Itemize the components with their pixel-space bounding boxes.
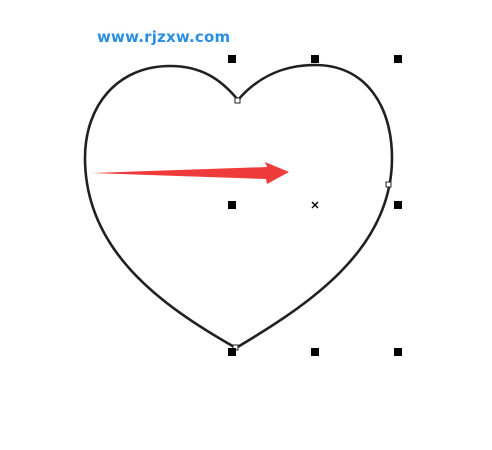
node-top-cusp[interactable] — [234, 97, 241, 104]
handle-top-right[interactable] — [394, 55, 402, 63]
handle-middle-right[interactable] — [394, 201, 402, 209]
heart-shape[interactable] — [83, 63, 394, 350]
x-mark-icon[interactable] — [311, 201, 319, 209]
handle-bottom-center[interactable] — [311, 348, 319, 356]
handle-top-center[interactable] — [311, 55, 319, 63]
node-right-side[interactable] — [385, 181, 392, 188]
handle-middle-left[interactable] — [228, 201, 236, 209]
red-arrow-icon — [92, 162, 289, 184]
drawing-canvas[interactable] — [0, 0, 492, 450]
handle-top-left[interactable] — [228, 55, 236, 63]
handle-bottom-left[interactable] — [228, 348, 236, 356]
handle-bottom-right[interactable] — [394, 348, 402, 356]
